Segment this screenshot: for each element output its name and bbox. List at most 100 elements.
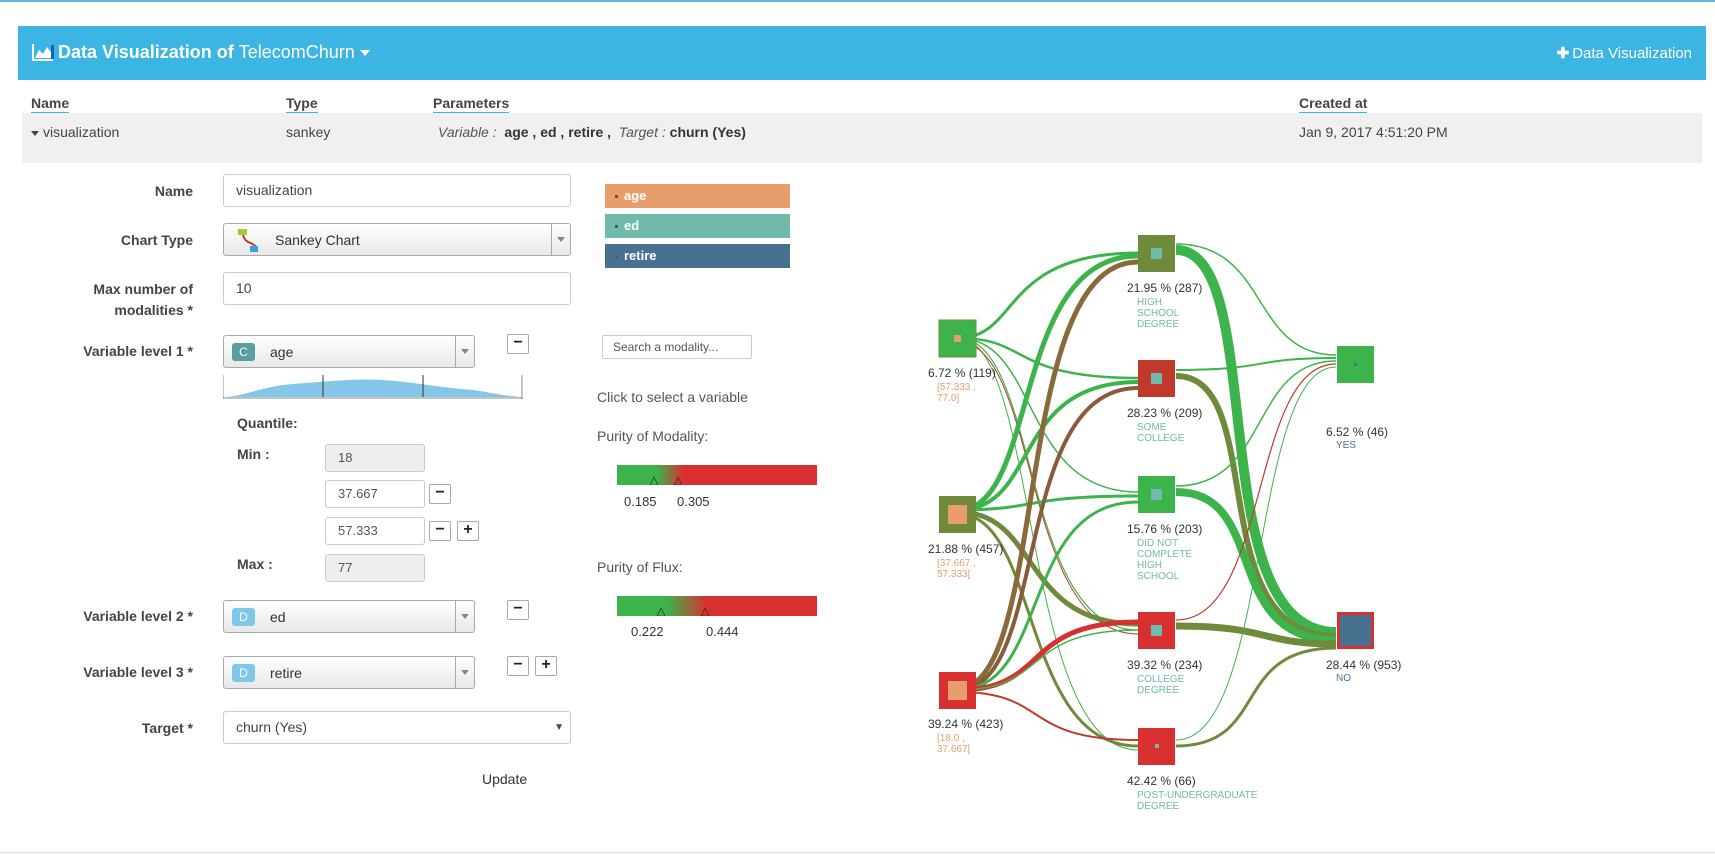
quantile-min-input: 18	[325, 444, 425, 472]
add-data-visualization-button[interactable]: ✚ Data Visualization	[1557, 44, 1692, 62]
remove-variable-3-button[interactable]: −	[507, 656, 529, 676]
ed-node-1-label-3: DEGREE	[1137, 319, 1180, 330]
node-marker	[1151, 373, 1162, 384]
sankey-chart[interactable]: 6.72 % (119) [57.333 , 77.0] 21.88 % (45…	[900, 220, 1420, 820]
ed-node-4-pct: 39.32 % (234)	[1127, 658, 1202, 672]
quantile-label: Quantile:	[237, 415, 298, 431]
legend-label: age	[624, 188, 647, 203]
chevron-down-icon	[359, 50, 370, 57]
node-marker	[948, 505, 967, 524]
caret-down-icon	[31, 130, 39, 136]
variable-level-2-value: ed	[270, 609, 286, 625]
variable-level-1-select[interactable]: C age	[223, 335, 475, 368]
row-created-at: Jan 9, 2017 4:51:20 PM	[1299, 124, 1448, 140]
purity-modality-high: 0.305	[677, 494, 710, 509]
max-modalities-label: Max number of modalities *	[3, 281, 193, 323]
ed-node-3-label-4: SCHOOL	[1137, 571, 1180, 582]
remove-quantile-1-button[interactable]: −	[429, 484, 451, 504]
dropdown-arrow-icon	[455, 657, 474, 688]
retire-node-1-label: YES	[1336, 440, 1356, 451]
legend-label: retire	[624, 248, 657, 263]
param-variable-label: Variable :	[438, 124, 497, 140]
purity-modality-low: 0.185	[624, 494, 657, 509]
variable-level-3-select[interactable]: D retire	[223, 656, 475, 689]
discrete-badge: D	[232, 664, 255, 682]
sankey-link[interactable]	[957, 337, 1139, 493]
ed-node-3-label-2: COMPLETE	[1137, 549, 1192, 560]
ed-node-2-label-1: SOME	[1137, 422, 1167, 433]
ed-node-3-pct: 15.76 % (203)	[1127, 522, 1202, 536]
search-modality-input[interactable]: Search a modality...	[602, 335, 752, 359]
quantile-max-input: 77	[325, 554, 425, 582]
purity-flux-low: 0.222	[631, 624, 664, 639]
max-modalities-input[interactable]: 10	[223, 272, 571, 305]
param-variables: age , ed , retire ,	[504, 124, 612, 140]
name-input[interactable]: visualization	[223, 174, 571, 207]
ed-node-5-label-2: DEGREE	[1137, 801, 1180, 812]
column-header-parameters[interactable]: Parameters	[433, 95, 510, 115]
age-node-1-range-2: 77.0]	[937, 393, 959, 404]
target-value: churn (Yes)	[236, 719, 308, 735]
column-header-name[interactable]: Name	[31, 95, 70, 115]
column-header-created-at[interactable]: Created at	[1299, 95, 1368, 115]
remove-variable-1-button[interactable]: −	[507, 334, 529, 354]
column-header-type[interactable]: Type	[286, 95, 318, 115]
quantile-2-input[interactable]: 57.333	[325, 517, 425, 545]
dropdown-arrow-icon	[455, 336, 474, 367]
legend-item-ed[interactable]: ed	[605, 214, 790, 238]
max-quantile-label: Max :	[237, 556, 273, 572]
node-marker	[1354, 363, 1357, 366]
sankey-link[interactable]	[957, 691, 1139, 741]
target-select[interactable]: churn (Yes) ▼	[223, 711, 571, 744]
page-title[interactable]: Data Visualization of TelecomChurn	[58, 42, 370, 63]
variable-level-3-label: Variable level 3 *	[83, 664, 193, 680]
add-variable-button[interactable]: +	[535, 656, 557, 676]
param-target: churn (Yes)	[669, 124, 746, 140]
age-node-3-pct: 39.24 % (423)	[928, 717, 1003, 731]
ed-node-3-label-1: DID NOT	[1137, 538, 1178, 549]
area-chart-icon	[32, 44, 54, 61]
discrete-badge: D	[232, 608, 255, 626]
chart-type-label: Chart Type	[120, 232, 193, 248]
legend-item-age[interactable]: age	[605, 184, 790, 208]
row-name-text: visualization	[43, 124, 120, 140]
continuous-badge: C	[232, 343, 255, 361]
variable-level-3-value: retire	[270, 665, 302, 681]
row-name[interactable]: visualization	[31, 124, 119, 140]
chart-type-select[interactable]: Sankey Chart	[223, 223, 571, 256]
sankey-chart-icon	[238, 229, 258, 252]
max-label-line2: modalities *	[114, 302, 193, 318]
legend-item-retire[interactable]: retire	[605, 244, 790, 268]
add-quantile-button[interactable]: +	[457, 521, 479, 541]
node-marker	[1151, 489, 1162, 500]
purity-modality-bar	[617, 465, 817, 485]
table-row[interactable]	[22, 113, 1702, 163]
sankey-link[interactable]	[957, 251, 1139, 340]
purity-modality-label: Purity of Modality:	[597, 428, 709, 444]
title-prefix: Data Visualization of	[58, 42, 234, 62]
row-type: sankey	[286, 124, 331, 140]
remove-variable-2-button[interactable]: −	[507, 600, 529, 620]
node-marker	[1340, 615, 1371, 646]
retire-node-2-label: NO	[1336, 673, 1351, 684]
plus-icon: ✚	[1556, 45, 1570, 62]
min-label: Min :	[237, 446, 270, 462]
quantile-1-input[interactable]: 37.667	[325, 480, 425, 508]
remove-quantile-2-button[interactable]: −	[429, 521, 451, 541]
sankey-link[interactable]	[1175, 360, 1337, 487]
purity-flux-label: Purity of Flux:	[597, 559, 683, 575]
age-node-2-range-2: 57.333[	[937, 569, 971, 580]
chart-type-value: Sankey Chart	[275, 232, 360, 248]
variable-level-1-value: age	[270, 344, 294, 360]
sankey-link[interactable]	[1175, 357, 1337, 371]
update-button[interactable]: Update	[482, 771, 527, 787]
ed-node-5-label-1: POST-UNDERGRADUATE	[1137, 790, 1258, 801]
ed-node-4-label-1: COLLEGE	[1137, 674, 1185, 685]
ed-node-5-pct: 42.42 % (66)	[1127, 774, 1196, 788]
param-target-label: Target :	[618, 124, 666, 140]
variable-level-2-select[interactable]: D ed	[223, 600, 475, 633]
age-node-3-range-1: [18.0 ,	[937, 733, 965, 744]
ed-node-2-pct: 28.23 % (209)	[1127, 406, 1202, 420]
ed-node-4-label-2: DEGREE	[1137, 685, 1180, 696]
ed-node-1-label-1: HIGH	[1137, 297, 1162, 308]
